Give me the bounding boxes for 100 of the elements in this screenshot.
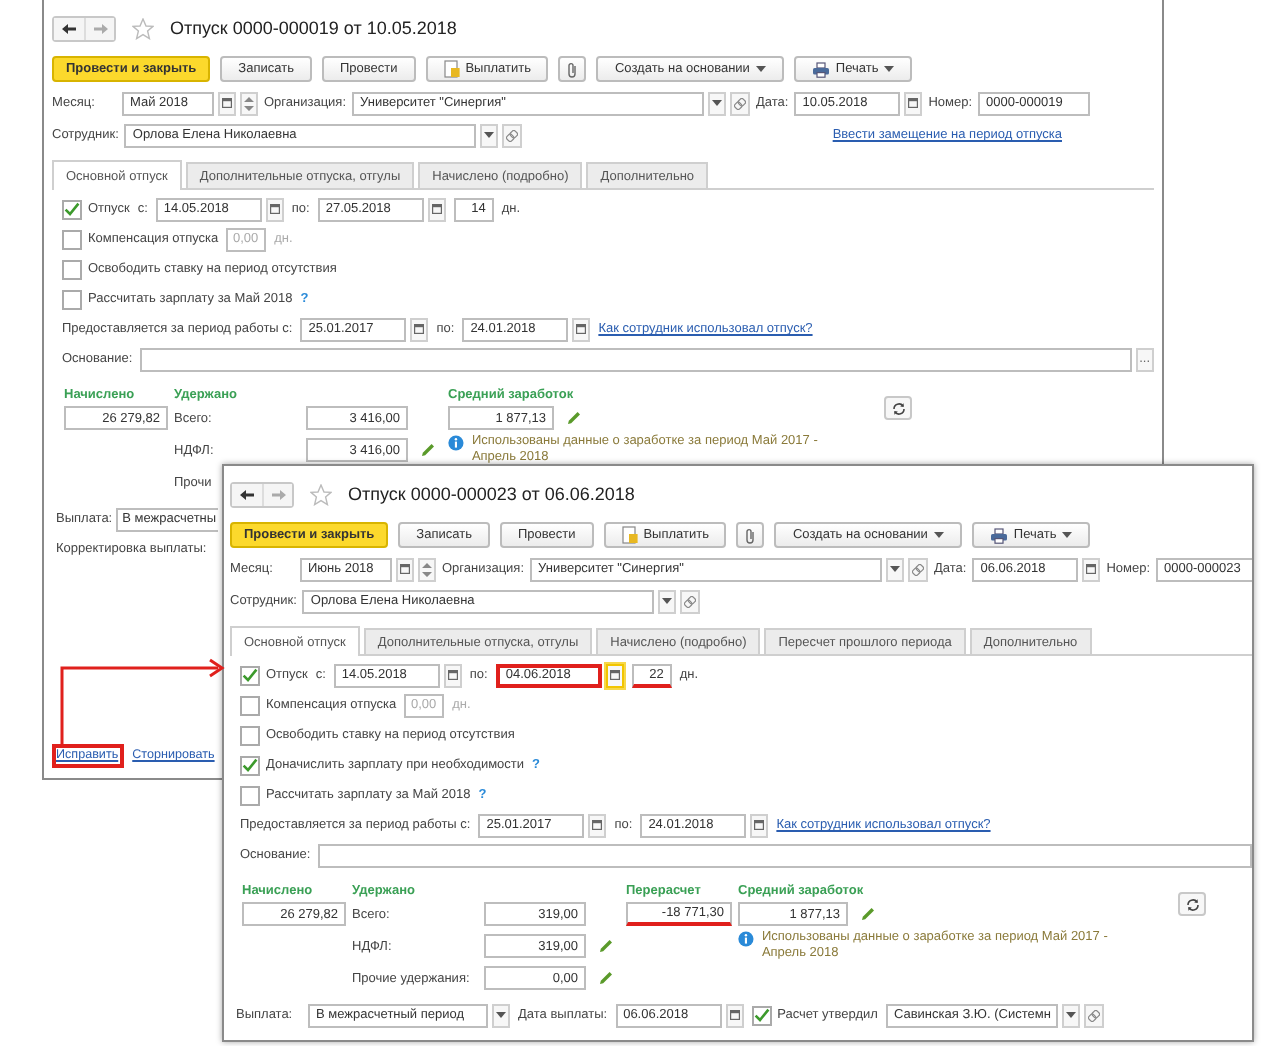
info-icon [738, 930, 754, 949]
checkbox[interactable] [62, 229, 82, 249]
dropdown-button[interactable] [492, 1003, 510, 1027]
calendar-button[interactable] [410, 317, 429, 341]
calendar-button[interactable] [904, 91, 923, 115]
pencil-icon [860, 906, 876, 922]
favorite-button[interactable] [132, 17, 154, 39]
calendar-icon [754, 820, 765, 830]
calendar-button[interactable] [750, 813, 769, 837]
dropdown-button[interactable] [886, 557, 905, 581]
calendar-button[interactable] [605, 663, 624, 687]
back-arrow-icon [62, 23, 76, 33]
back-arrow-icon [240, 489, 254, 499]
open-button[interactable] [908, 557, 929, 581]
calendar-button[interactable] [443, 663, 462, 687]
refresh-button[interactable] [1178, 892, 1206, 916]
edit-button[interactable] [860, 906, 876, 922]
printer-icon [811, 61, 830, 77]
paperclip-icon [566, 61, 579, 77]
spinner-icon [244, 95, 254, 111]
check-icon [242, 758, 258, 772]
forward-arrow-icon [271, 489, 285, 499]
document-icon [443, 60, 460, 78]
dropdown-button[interactable] [658, 589, 677, 613]
star-icon [310, 483, 332, 505]
calendar-button[interactable] [427, 197, 446, 221]
edit-button[interactable] [598, 938, 614, 954]
calendar-button[interactable] [588, 813, 607, 837]
checkbox[interactable] [240, 725, 260, 745]
open-button[interactable] [730, 91, 751, 115]
chain-link-icon [506, 129, 519, 141]
checkbox[interactable] [62, 289, 82, 309]
caret-icon [884, 66, 895, 72]
checkbox[interactable] [62, 259, 82, 279]
calendar-icon [222, 98, 232, 108]
checkbox[interactable] [240, 695, 260, 715]
calendar-icon [1086, 564, 1097, 574]
checkbox[interactable] [240, 785, 260, 805]
caret-icon [484, 132, 495, 138]
spinner-icon [422, 561, 432, 577]
caret-icon [1065, 1012, 1076, 1018]
info-icon [448, 434, 464, 453]
checkbox[interactable] [240, 755, 260, 775]
calendar-icon [400, 564, 410, 574]
checkbox[interactable] [751, 1005, 772, 1025]
dropdown-button[interactable] [480, 123, 499, 147]
dropdown-button[interactable] [1061, 1003, 1080, 1027]
caret-icon [755, 66, 766, 72]
chain-link-icon [912, 563, 925, 575]
calendar-icon [576, 324, 587, 334]
window-title: Отпуск 0000-000019 от 10.05.2018 [170, 18, 457, 38]
forward-arrow-icon [93, 23, 107, 33]
calendar-icon [908, 98, 919, 108]
calendar-icon [431, 204, 442, 214]
caret-icon [890, 566, 901, 572]
chain-link-icon [734, 97, 747, 109]
calendar-button[interactable] [725, 1003, 744, 1027]
refresh-icon [891, 401, 905, 415]
calendar-button[interactable] [396, 557, 414, 581]
checkbox[interactable] [62, 199, 82, 219]
pencil-icon [566, 410, 582, 426]
edit-button[interactable] [598, 970, 614, 986]
back-button[interactable] [54, 17, 84, 39]
calendar-icon [414, 324, 425, 334]
back-button[interactable] [232, 483, 262, 505]
refresh-button[interactable] [884, 396, 912, 420]
attach-button[interactable] [736, 522, 765, 548]
edit-button[interactable] [566, 410, 582, 426]
printer-icon [989, 527, 1008, 543]
calendar-button[interactable] [1082, 557, 1101, 581]
calendar-icon [592, 820, 603, 830]
calendar-icon [729, 1010, 740, 1020]
memo-field[interactable] [140, 347, 1132, 371]
document-icon [621, 526, 638, 544]
caret-icon [933, 532, 944, 538]
memo-field[interactable] [318, 843, 1252, 867]
spinner-button[interactable] [418, 557, 436, 581]
caret-icon [496, 1012, 506, 1018]
caret-icon [712, 100, 723, 106]
star-icon [132, 17, 154, 39]
check-icon [753, 1008, 770, 1022]
chain-link-icon [1087, 1009, 1100, 1021]
calendar-button[interactable] [572, 317, 591, 341]
open-button[interactable] [502, 123, 523, 147]
open-button[interactable] [1083, 1003, 1104, 1027]
open-button[interactable] [680, 589, 701, 613]
calendar-icon [447, 670, 458, 680]
checkbox[interactable] [240, 665, 260, 685]
dropdown-button[interactable] [708, 91, 727, 115]
check-icon [242, 668, 258, 682]
check-icon [64, 202, 80, 216]
calendar-button[interactable] [218, 91, 236, 115]
calendar-button[interactable] [265, 197, 284, 221]
caret-icon [1062, 532, 1073, 538]
paperclip-icon [744, 527, 757, 543]
pencil-icon [420, 442, 436, 458]
edit-button[interactable] [420, 442, 436, 458]
attach-button[interactable] [558, 56, 587, 82]
favorite-button[interactable] [310, 483, 332, 505]
spinner-button[interactable] [240, 91, 258, 115]
